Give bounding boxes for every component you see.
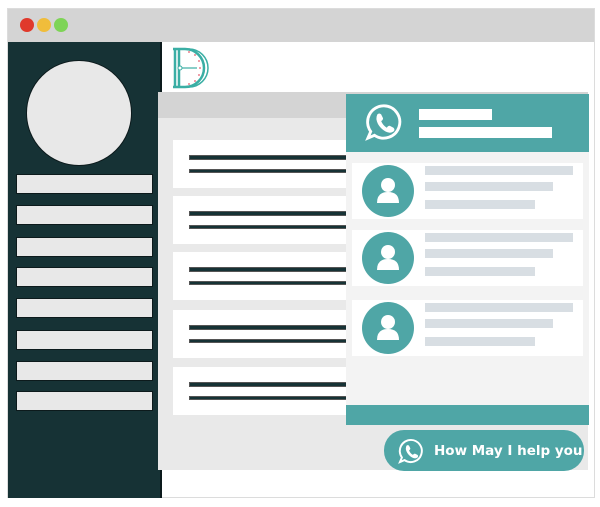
sidebar-item[interactable] [16,298,153,318]
chat-header [346,94,589,152]
sidebar-item[interactable] [16,391,153,411]
text-line [189,396,353,400]
contact-avatar [362,232,414,284]
content-card[interactable] [173,140,353,188]
contact-detail-placeholder [425,182,553,191]
chat-contact[interactable] [352,230,583,286]
maximize-window-button[interactable] [54,18,68,32]
whatsapp-icon [398,438,423,464]
chat-contact[interactable] [352,300,583,356]
contact-name-placeholder [425,166,573,175]
profile-avatar[interactable] [26,60,132,166]
user-icon [377,315,399,340]
chat-subtitle-placeholder [419,127,552,138]
contact-detail-placeholder [425,337,535,346]
text-line [189,225,353,229]
content-card[interactable] [173,252,353,300]
contact-detail-placeholder [425,249,553,258]
sidebar-item[interactable] [16,174,153,194]
sidebar-item[interactable] [16,237,153,257]
contact-name-placeholder [425,303,573,312]
contact-avatar [362,302,414,354]
text-line [189,169,353,173]
sidebar-item[interactable] [16,330,153,350]
text-line [189,339,353,343]
content-card[interactable] [173,367,353,415]
contact-name-placeholder [425,233,573,242]
chat-contact[interactable] [352,163,583,219]
text-line [189,211,353,216]
contact-detail-placeholder [425,200,535,209]
user-icon [377,245,399,270]
title-bar [8,9,594,42]
contact-avatar [362,165,414,217]
whatsapp-chat-widget [346,94,589,425]
user-icon [377,178,399,203]
sidebar-item[interactable] [16,205,153,225]
sidebar-item[interactable] [16,361,153,381]
text-line [189,267,353,272]
minimize-window-button[interactable] [37,18,51,32]
clock-d-logo-icon [173,47,209,89]
close-window-button[interactable] [20,18,34,32]
help-button-label: How May I help you [434,442,583,459]
sidebar [8,42,162,498]
whatsapp-help-button[interactable]: How May I help you [384,430,584,471]
text-line [189,325,353,330]
sidebar-item[interactable] [16,267,153,287]
chat-title-placeholder [419,109,492,120]
contact-detail-placeholder [425,267,535,276]
chat-footer [346,405,589,425]
contact-detail-placeholder [425,319,553,328]
content-card[interactable] [173,196,353,244]
text-line [189,155,353,160]
content-card[interactable] [173,310,353,358]
text-line [189,281,353,285]
whatsapp-icon [365,104,402,141]
text-line [189,382,353,387]
